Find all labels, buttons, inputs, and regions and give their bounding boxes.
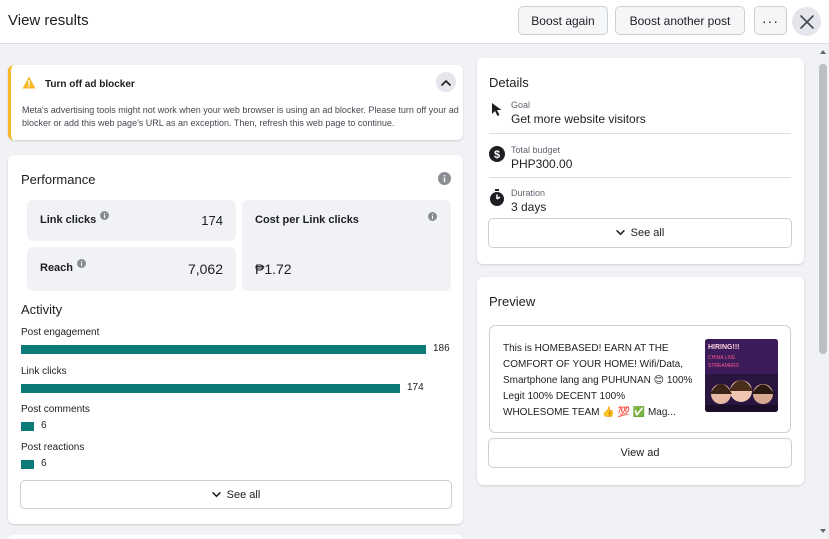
scroll-up-arrow-icon[interactable] [820, 50, 826, 54]
performance-title: Performance [21, 172, 96, 187]
detail-label: Duration [511, 188, 546, 198]
close-button[interactable] [792, 7, 821, 36]
detail-value: Get more website visitors [511, 112, 646, 126]
activity-bar [21, 384, 400, 393]
performance-see-all-button[interactable]: See all [20, 480, 452, 509]
see-all-label: See all [226, 488, 261, 501]
detail-row-goal: Goal Get more website visitors [489, 98, 791, 142]
metric-label: Link clicks [40, 214, 97, 226]
detail-value: 3 days [511, 200, 547, 214]
activity-label: Link clicks [21, 366, 67, 377]
metric-reach: Reach 7,062 [27, 247, 236, 291]
details-title: Details [489, 75, 529, 90]
ad-image-text: HIRING!!! [708, 344, 740, 351]
activity-label: Post engagement [21, 327, 100, 338]
metric-value: 7,062 [187, 261, 223, 277]
activity-bar [21, 422, 34, 431]
page-scrollbar[interactable] [817, 44, 829, 539]
divider [489, 177, 791, 178]
activity-label: Post comments [21, 404, 90, 415]
activity-bar [21, 460, 34, 469]
scrollbar-thumb[interactable] [819, 64, 827, 354]
view-ad-label: View ad [620, 447, 660, 459]
detail-label: Total budget [511, 145, 561, 155]
activity-label: Post reactions [21, 442, 85, 453]
next-card-edge [8, 535, 463, 539]
preview-title: Preview [489, 294, 536, 309]
divider [489, 133, 791, 134]
svg-text:CHINA LIVE: CHINA LIVE [708, 355, 736, 361]
more-options-button[interactable]: ··· [754, 6, 787, 35]
activity-value: 174 [407, 382, 424, 393]
activity-value: 6 [41, 420, 47, 431]
collapse-warning-button[interactable] [436, 72, 456, 92]
warning-icon [22, 76, 36, 89]
ad-blocker-warning: Turn off ad blocker Meta's advertising t… [8, 65, 463, 140]
metric-label: Cost per Link clicks [255, 214, 359, 226]
ad-text: This is HOMEBASED! EARN AT THE COMFORT O… [503, 343, 693, 418]
metric-cost-per-link-click: Cost per Link clicks ₱1.72 [242, 200, 451, 291]
svg-text:$: $ [494, 149, 500, 161]
detail-row-budget: $ Total budget PHP300.00 [489, 143, 791, 187]
boost-again-button[interactable]: Boost again [518, 6, 608, 35]
activity-value: 186 [433, 343, 450, 354]
activity-value: 6 [41, 458, 47, 469]
cursor-icon [489, 101, 505, 117]
ad-preview[interactable]: This is HOMEBASED! EARN AT THE COMFORT O… [489, 325, 791, 433]
info-icon[interactable] [438, 172, 451, 185]
activity-bar [21, 345, 426, 354]
view-ad-button[interactable]: View ad [488, 438, 792, 468]
svg-text:STREAMERS: STREAMERS [708, 363, 740, 369]
stopwatch-icon [489, 188, 505, 206]
info-icon[interactable] [77, 259, 86, 268]
close-icon [799, 14, 814, 29]
chevron-down-icon [615, 230, 625, 236]
info-icon[interactable] [100, 211, 109, 220]
preview-card: Preview This is HOMEBASED! EARN AT THE C… [477, 277, 804, 485]
ad-image: HIRING!!! CHINA LIVE STREAMERS [705, 339, 778, 412]
warning-text: Meta's advertising tools might not work … [22, 105, 459, 128]
details-card: Details Goal Get more website visitors $… [477, 58, 804, 264]
details-see-all-button[interactable]: See all [488, 218, 792, 248]
metric-link-clicks: Link clicks 174 [27, 200, 236, 241]
performance-card: Performance Link clicks 174 Cost per Lin… [8, 155, 463, 524]
info-icon[interactable] [428, 212, 437, 221]
chevron-down-icon [211, 491, 221, 497]
detail-value: PHP300.00 [511, 157, 573, 171]
detail-label: Goal [511, 100, 531, 110]
activity-title: Activity [21, 302, 63, 317]
dollar-icon: $ [489, 146, 505, 162]
metric-value: 174 [201, 213, 223, 228]
page-title: View results [8, 12, 89, 29]
boost-another-post-button[interactable]: Boost another post [615, 6, 745, 35]
see-all-label: See all [630, 227, 665, 239]
warning-title: Turn off ad blocker [45, 79, 135, 90]
metric-label: Reach [40, 262, 74, 274]
chevron-up-icon [441, 79, 451, 86]
metric-value: ₱1.72 [255, 261, 292, 277]
top-bar: View results Boost again Boost another p… [0, 0, 829, 44]
scroll-down-arrow-icon[interactable] [820, 529, 826, 533]
